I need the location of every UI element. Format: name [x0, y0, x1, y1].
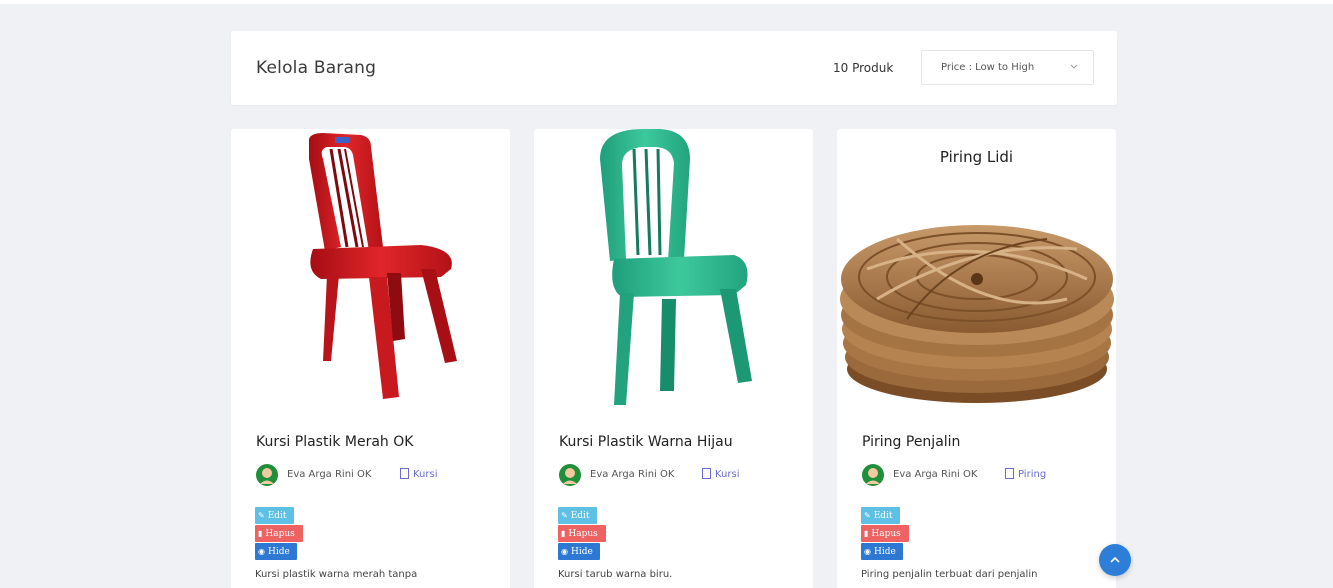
delete-button[interactable]: ▮ Hapus — [861, 525, 909, 542]
product-image-red-chair — [309, 133, 457, 399]
sort-selected-value: Price : Low to High — [941, 62, 1035, 73]
trash-icon: ▮ — [258, 529, 263, 538]
document-icon — [400, 468, 409, 479]
avatar — [862, 464, 884, 486]
chevron-up-icon — [1110, 556, 1120, 563]
avatar — [559, 464, 581, 486]
action-buttons: ✎ Edit ▮ Hapus ◉ Hide — [861, 507, 909, 561]
chevron-down-icon — [1070, 64, 1078, 69]
product-description: Kursi tarub warna biru. — [558, 569, 673, 580]
product-count: 10 Produk — [833, 61, 894, 75]
edit-button[interactable]: ✎ Edit — [255, 507, 294, 524]
product-category[interactable]: Kursi — [715, 469, 740, 480]
pencil-icon: ✎ — [864, 511, 871, 520]
hide-button[interactable]: ◉ Hide — [558, 543, 600, 560]
edit-button[interactable]: ✎ Edit — [861, 507, 900, 524]
product-category[interactable]: Kursi — [413, 469, 438, 480]
eye-icon: ◉ — [864, 547, 871, 556]
sort-select[interactable]: Price : Low to High — [921, 50, 1094, 85]
product-image-woven-plates — [840, 225, 1114, 403]
product-card: Kursi Plastik Merah OK Eva Arga Rini OK … — [231, 129, 510, 588]
action-buttons: ✎ Edit ▮ Hapus ◉ Hide — [255, 507, 303, 561]
top-strip — [0, 0, 1333, 4]
avatar — [256, 464, 278, 486]
hide-button[interactable]: ◉ Hide — [255, 543, 297, 560]
product-description: Kursi plastik warna merah tanpa — [255, 569, 418, 580]
product-author[interactable]: Eva Arga Rini OK — [893, 469, 977, 480]
product-name[interactable]: Kursi Plastik Warna Hijau — [559, 434, 733, 450]
eye-icon: ◉ — [258, 547, 265, 556]
product-author[interactable]: Eva Arga Rini OK — [287, 469, 371, 480]
pencil-icon: ✎ — [561, 511, 568, 520]
product-image-green-chair — [600, 129, 752, 405]
document-icon — [702, 468, 711, 479]
eye-icon: ◉ — [561, 547, 568, 556]
page-header: Kelola Barang 10 Produk Price : Low to H… — [231, 31, 1117, 105]
delete-button[interactable]: ▮ Hapus — [255, 525, 303, 542]
delete-button[interactable]: ▮ Hapus — [558, 525, 606, 542]
trash-icon: ▮ — [561, 529, 566, 538]
product-card: Piring Lidi Piring Penjalin Eva Arga Rin… — [837, 129, 1116, 588]
product-card: Kursi Plastik Warna Hijau Eva Arga Rini … — [534, 129, 813, 588]
edit-button[interactable]: ✎ Edit — [558, 507, 597, 524]
product-author[interactable]: Eva Arga Rini OK — [590, 469, 674, 480]
product-name[interactable]: Piring Penjalin — [862, 434, 960, 450]
pencil-icon: ✎ — [258, 511, 265, 520]
product-category[interactable]: Piring — [1018, 469, 1046, 480]
scroll-top-button[interactable] — [1099, 544, 1131, 576]
trash-icon: ▮ — [864, 529, 869, 538]
page-title: Kelola Barang — [256, 58, 377, 78]
hide-button[interactable]: ◉ Hide — [861, 543, 903, 560]
product-description: Piring penjalin terbuat dari penjalin — [861, 569, 1038, 580]
action-buttons: ✎ Edit ▮ Hapus ◉ Hide — [558, 507, 606, 561]
document-icon — [1005, 468, 1014, 479]
product-name[interactable]: Kursi Plastik Merah OK — [256, 434, 413, 450]
